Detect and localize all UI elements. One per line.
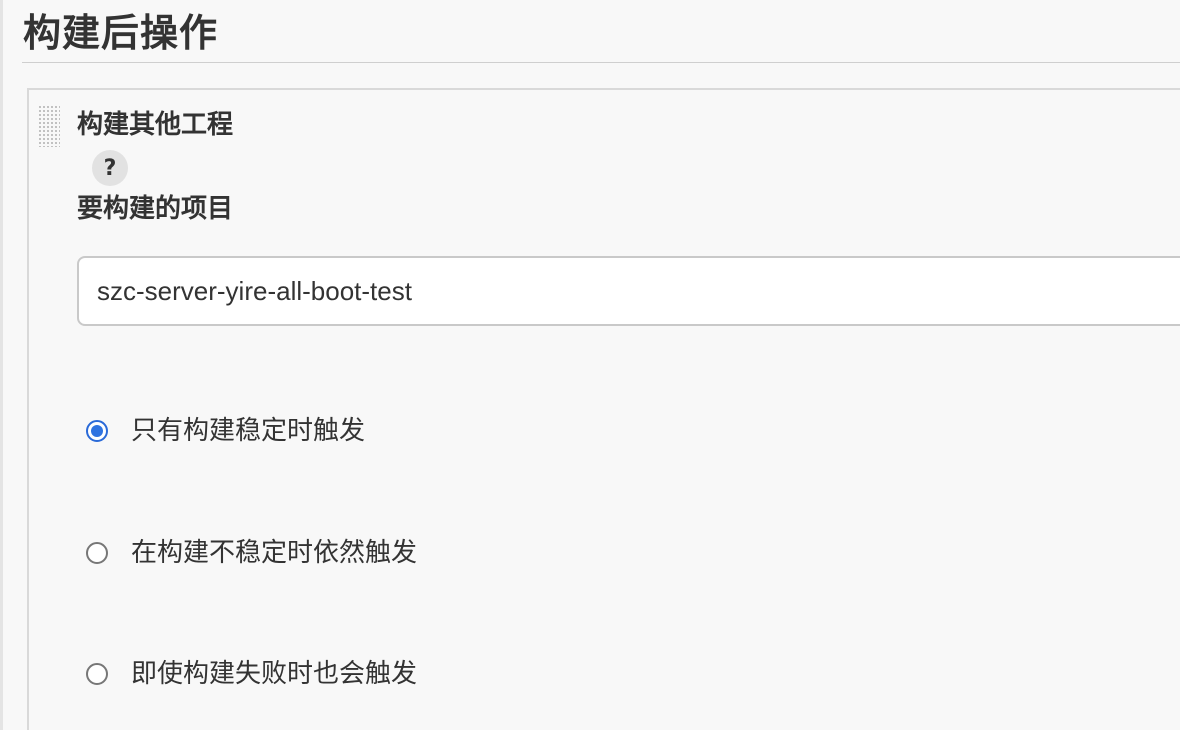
radio-stable[interactable] [86, 420, 108, 442]
trigger-option-unstable[interactable]: 在构建不稳定时依然触发 [86, 536, 417, 570]
trigger-option-label: 只有构建稳定时触发 [131, 416, 366, 446]
projects-to-build-input[interactable] [77, 256, 1180, 326]
left-rail [0, 0, 3, 730]
step-title: 构建其他工程 [77, 110, 234, 140]
radio-failed[interactable] [86, 663, 108, 685]
section-divider [22, 62, 1180, 63]
projects-to-build-label: 要构建的项目 [77, 194, 234, 224]
section-title: 构建后操作 [23, 11, 219, 55]
trigger-option-label: 即使构建失败时也会触发 [131, 659, 418, 689]
drag-handle-icon[interactable] [38, 105, 60, 147]
help-icon[interactable]: ? [92, 150, 128, 186]
build-other-projects-step [27, 88, 1180, 730]
post-build-actions-page: 构建后操作 构建其他工程 ? 要构建的项目 只有构建稳定时触发 在构建不稳定时依… [0, 0, 1180, 730]
radio-unstable[interactable] [86, 542, 108, 564]
trigger-option-stable[interactable]: 只有构建稳定时触发 [86, 414, 365, 448]
trigger-option-label: 在构建不稳定时依然触发 [131, 538, 418, 568]
trigger-option-failed[interactable]: 即使构建失败时也会触发 [86, 657, 417, 691]
